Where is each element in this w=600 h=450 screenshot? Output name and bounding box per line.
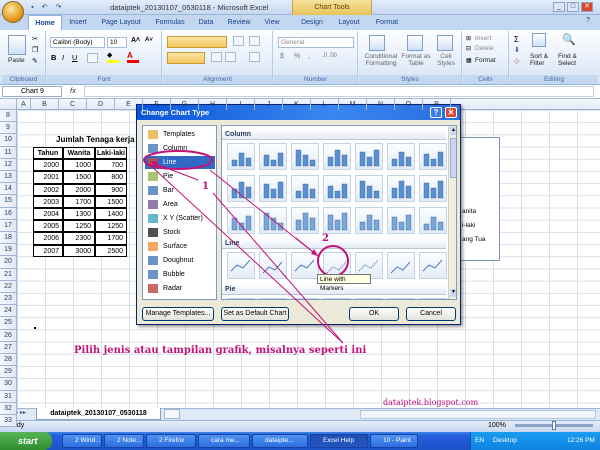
row-header-16[interactable]: 16 — [0, 207, 17, 220]
row-header-30[interactable]: 30 — [0, 378, 17, 391]
column-header-k[interactable]: K — [283, 99, 311, 110]
system-tray: EN Desktop 12:26 PM — [470, 432, 600, 450]
column-header-f[interactable]: F — [143, 99, 171, 110]
row-header-10[interactable]: 10 — [0, 134, 17, 147]
taskbar-item[interactable]: 2 Firefox — [146, 434, 196, 448]
row-header-15[interactable]: 15 — [0, 195, 17, 208]
column-header-e[interactable]: E — [115, 99, 143, 110]
status-bar — [0, 420, 600, 432]
highlight-ellipse-line-category — [143, 150, 213, 170]
zoom-level[interactable]: 100% — [488, 422, 506, 429]
row-header-9[interactable]: 9 — [0, 122, 17, 135]
arrow-step2b — [295, 237, 319, 257]
column-header-c[interactable]: C — [59, 99, 87, 110]
office-button[interactable] — [2, 1, 24, 23]
column-header-n[interactable]: N — [367, 99, 395, 110]
row-header-25[interactable]: 25 — [0, 317, 17, 330]
row-header-29[interactable]: 29 — [0, 366, 17, 379]
column-header-h[interactable]: H — [199, 99, 227, 110]
row-header-19[interactable]: 19 — [0, 244, 17, 257]
column-header-b[interactable]: B — [31, 99, 59, 110]
taskbar-item[interactable]: 10 - Paint — [370, 434, 418, 448]
taskbar-item[interactable]: dataipte... — [252, 434, 308, 448]
blog-watermark: dataiptek.blogspot.com — [383, 398, 479, 407]
row-header-13[interactable]: 13 — [0, 171, 17, 184]
arrow-caption — [212, 192, 344, 344]
row-header-26[interactable]: 26 — [0, 329, 17, 342]
row-header-22[interactable]: 22 — [0, 280, 17, 293]
row-header-33[interactable]: 33 — [0, 415, 17, 428]
taskbar-item[interactable]: cara me... — [198, 434, 250, 448]
column-header-a[interactable]: A — [17, 99, 31, 110]
instruction-caption: Pilih jenis atau tampilan grafik, misaln… — [74, 345, 367, 356]
start-button[interactable]: start — [0, 432, 52, 450]
column-header-m[interactable]: M — [339, 99, 367, 110]
column-header-j[interactable]: J — [255, 99, 283, 110]
row-header-12[interactable]: 12 — [0, 158, 17, 171]
row-header-28[interactable]: 28 — [0, 354, 17, 367]
insert-sheet-icon[interactable] — [164, 409, 180, 419]
row-header-31[interactable]: 31 — [0, 390, 17, 403]
tooltip: Line with Markers — [317, 274, 371, 292]
column-header-p[interactable]: P — [423, 99, 451, 110]
row-header-14[interactable]: 14 — [0, 183, 17, 196]
taskbar-item[interactable]: 2 Wind... — [62, 434, 102, 448]
row-header-18[interactable]: 18 — [0, 232, 17, 245]
column-header-o[interactable]: O — [395, 99, 423, 110]
row-header-24[interactable]: 24 — [0, 305, 17, 318]
row-header-17[interactable]: 17 — [0, 219, 17, 232]
step1-label: 1 — [202, 181, 209, 192]
row-header-8[interactable]: 8 — [0, 110, 17, 123]
highlight-circle-line-markers — [317, 245, 349, 277]
row-header-21[interactable]: 21 — [0, 268, 17, 281]
column-header-d[interactable]: D — [87, 99, 115, 110]
horizontal-scrollbar[interactable] — [360, 410, 596, 419]
taskbar-item[interactable]: 2 Note... — [104, 434, 144, 448]
step2-label: 2 — [322, 233, 329, 244]
column-header-g[interactable]: G — [171, 99, 199, 110]
row-header-32[interactable]: 32 — [0, 402, 17, 415]
tray-desktop[interactable]: Desktop — [493, 432, 517, 450]
zoom-slider-thumb[interactable] — [552, 421, 556, 430]
tray-lang[interactable]: EN — [475, 432, 484, 450]
column-header-i[interactable]: I — [227, 99, 255, 110]
row-header-23[interactable]: 23 — [0, 293, 17, 306]
row-header-27[interactable]: 27 — [0, 341, 17, 354]
sheet-tab-active[interactable]: dataiptek_20130107_0530118 — [36, 408, 161, 420]
taskbar-item[interactable]: Excel Help — [310, 434, 368, 448]
row-header-11[interactable]: 11 — [0, 146, 17, 159]
column-header-l[interactable]: L — [311, 99, 339, 110]
annotation-overlay — [143, 150, 349, 344]
row-header-20[interactable]: 20 — [0, 256, 17, 269]
arrow-step1 — [150, 161, 199, 181]
clock: 12:26 PM — [567, 437, 595, 444]
